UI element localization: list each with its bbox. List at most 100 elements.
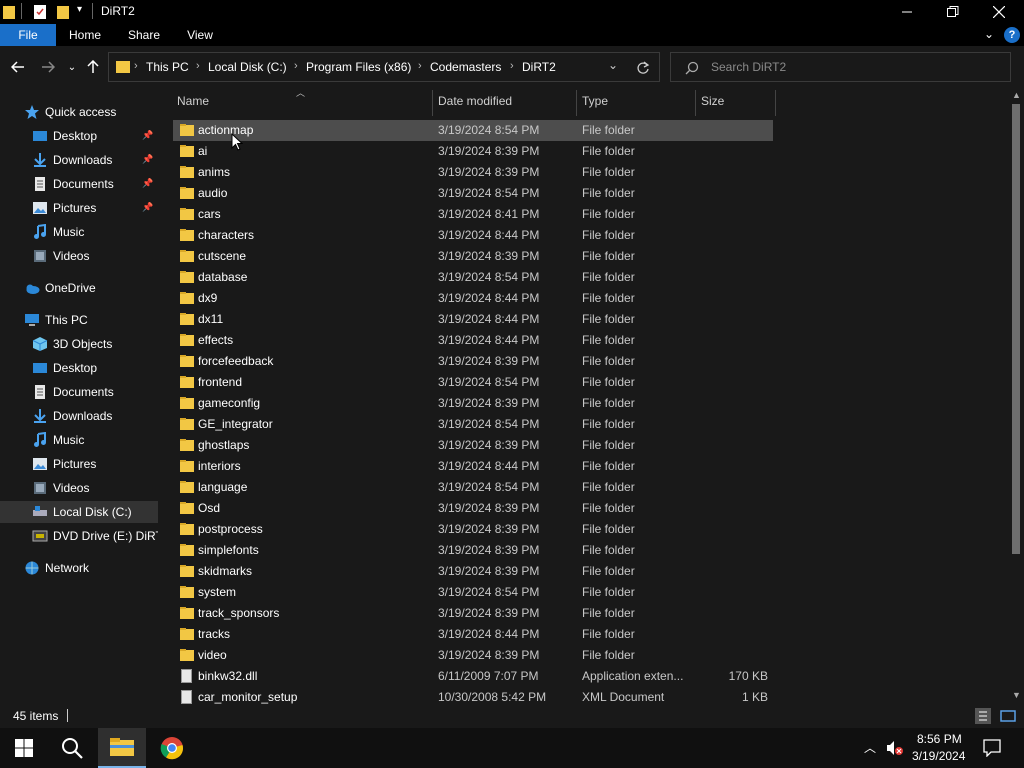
- column-header-name[interactable]: Name: [177, 94, 209, 108]
- cell-date: 3/19/2024 8:54 PM: [438, 375, 540, 389]
- customize-quick-access-icon[interactable]: ▾: [77, 4, 82, 15]
- clock-date[interactable]: 3/19/2024: [912, 749, 965, 763]
- refresh-icon[interactable]: [636, 61, 650, 75]
- breadcrumb-local-disk[interactable]: Local Disk (C:): [208, 60, 287, 74]
- search-icon: [685, 61, 699, 75]
- table-row[interactable]: forcefeedback 3/19/2024 8:39 PM File folde…: [173, 351, 773, 372]
- table-row[interactable]: audio 3/19/2024 8:54 PM File folder: [173, 183, 773, 204]
- chevron-right-icon: ›: [196, 60, 200, 72]
- volume-muted-icon[interactable]: [886, 740, 904, 756]
- tab-view[interactable]: View: [177, 24, 223, 46]
- address-dropdown-icon[interactable]: ⌄: [608, 58, 618, 72]
- table-row[interactable]: video 3/19/2024 8:39 PM File folder: [173, 645, 773, 666]
- close-button[interactable]: [976, 0, 1022, 24]
- address-bar[interactable]: › This PC › Local Disk (C:) › Program Fi…: [108, 52, 660, 82]
- minimize-button[interactable]: [884, 0, 930, 24]
- tab-home[interactable]: Home: [62, 24, 108, 46]
- sidebar-item-pictures[interactable]: Pictures 📌: [0, 197, 158, 219]
- table-row[interactable]: Osd 3/19/2024 8:39 PM File folder: [173, 498, 773, 519]
- column-divider[interactable]: [576, 90, 577, 116]
- sidebar-item-quick-access[interactable]: Quick access: [0, 101, 158, 123]
- column-divider[interactable]: [432, 90, 433, 116]
- sidebar-item-music[interactable]: Music: [0, 429, 158, 451]
- pin-icon: 📌: [142, 202, 154, 212]
- help-icon[interactable]: ?: [1004, 27, 1020, 43]
- sidebar-item-onedrive[interactable]: OneDrive: [0, 277, 158, 299]
- up-button[interactable]: [81, 56, 105, 78]
- tab-file[interactable]: File: [0, 24, 56, 46]
- table-row[interactable]: dx9 3/19/2024 8:44 PM File folder: [173, 288, 773, 309]
- sidebar-item-3d-objects[interactable]: 3D Objects: [0, 333, 158, 355]
- show-hidden-icons-icon[interactable]: ︿: [864, 739, 876, 756]
- sidebar-item-local-disk-c[interactable]: Local Disk (C:): [0, 501, 158, 523]
- column-header-type[interactable]: Type: [582, 94, 608, 108]
- scroll-down-icon[interactable]: ▼: [1012, 690, 1021, 700]
- chrome-taskbar-button[interactable]: [148, 728, 196, 768]
- table-row[interactable]: track_sponsors 3/19/2024 8:39 PM File fold…: [173, 603, 773, 624]
- table-row[interactable]: language 3/19/2024 8:54 PM File folder: [173, 477, 773, 498]
- new-folder-icon[interactable]: [56, 4, 70, 20]
- sidebar-item-desktop[interactable]: Desktop: [0, 357, 158, 379]
- table-row[interactable]: binkw32.dll 6/11/2009 7:07 PM Application …: [173, 666, 773, 687]
- column-divider[interactable]: [695, 90, 696, 116]
- search-input[interactable]: Search DiRT2: [670, 52, 1011, 82]
- column-header-date[interactable]: Date modified: [438, 94, 512, 108]
- sidebar-item-network[interactable]: Network: [0, 557, 158, 579]
- details-view-button[interactable]: [975, 708, 991, 724]
- maximize-button[interactable]: [930, 0, 976, 24]
- search-taskbar-button[interactable]: [48, 728, 96, 768]
- sidebar-item-dvd-drive-e-dirt2[interactable]: DVD Drive (E:) DiRT2: [0, 525, 158, 547]
- scrollbar-thumb[interactable]: [1012, 104, 1020, 554]
- sidebar-item-videos[interactable]: Videos: [0, 245, 158, 267]
- sidebar-item-documents[interactable]: Documents 📌: [0, 173, 158, 195]
- clock-time[interactable]: 8:56 PM: [917, 732, 962, 746]
- table-row[interactable]: ghostlaps 3/19/2024 8:39 PM File folder: [173, 435, 773, 456]
- table-row[interactable]: interiors 3/19/2024 8:44 PM File folder: [173, 456, 773, 477]
- sidebar-item-label: Desktop: [53, 361, 98, 375]
- sidebar-item-downloads[interactable]: Downloads: [0, 405, 158, 427]
- table-row[interactable]: database 3/19/2024 8:54 PM File folder: [173, 267, 773, 288]
- table-row[interactable]: postprocess 3/19/2024 8:39 PM File folder: [173, 519, 773, 540]
- start-button[interactable]: [0, 728, 48, 768]
- table-row[interactable]: GE_integrator 3/19/2024 8:54 PM File folde…: [173, 414, 773, 435]
- sidebar-item-videos[interactable]: Videos: [0, 477, 158, 499]
- table-row[interactable]: effects 3/19/2024 8:44 PM File folder: [173, 330, 773, 351]
- sidebar-item-this-pc[interactable]: This PC: [0, 309, 158, 331]
- file-explorer-taskbar-button[interactable]: [98, 728, 146, 768]
- breadcrumb-program-files[interactable]: Program Files (x86): [306, 60, 411, 74]
- notification-icon[interactable]: [983, 739, 1001, 757]
- table-row[interactable]: ai 3/19/2024 8:39 PM File folder: [173, 141, 773, 162]
- table-row[interactable]: dx11 3/19/2024 8:44 PM File folder: [173, 309, 773, 330]
- table-row[interactable]: actionmap 3/19/2024 8:54 PM File folder: [173, 120, 773, 141]
- properties-icon[interactable]: [33, 4, 47, 20]
- table-row[interactable]: car_monitor_setup 10/30/2008 5:42 PM XML D…: [173, 687, 773, 704]
- table-row[interactable]: simplefonts 3/19/2024 8:39 PM File folder: [173, 540, 773, 561]
- table-row[interactable]: gameconfig 3/19/2024 8:39 PM File folder: [173, 393, 773, 414]
- back-button[interactable]: [6, 56, 30, 78]
- table-row[interactable]: cutscene 3/19/2024 8:39 PM File folder: [173, 246, 773, 267]
- table-row[interactable]: frontend 3/19/2024 8:54 PM File folder: [173, 372, 773, 393]
- sidebar-item-downloads[interactable]: Downloads 📌: [0, 149, 158, 171]
- vertical-scrollbar[interactable]: ▲ ▼: [1008, 88, 1024, 704]
- forward-button[interactable]: [36, 56, 60, 78]
- expand-ribbon-icon[interactable]: ⌄: [984, 27, 994, 41]
- table-row[interactable]: characters 3/19/2024 8:44 PM File folder: [173, 225, 773, 246]
- tab-share[interactable]: Share: [121, 24, 167, 46]
- table-row[interactable]: system 3/19/2024 8:54 PM File folder: [173, 582, 773, 603]
- table-row[interactable]: anims 3/19/2024 8:39 PM File folder: [173, 162, 773, 183]
- large-icons-view-button[interactable]: [999, 708, 1017, 724]
- breadcrumb-codemasters[interactable]: Codemasters: [430, 60, 501, 74]
- column-header-size[interactable]: Size: [701, 94, 724, 108]
- column-divider[interactable]: [775, 90, 776, 116]
- breadcrumb-this-pc[interactable]: This PC: [146, 60, 189, 74]
- table-row[interactable]: tracks 3/19/2024 8:44 PM File folder: [173, 624, 773, 645]
- sidebar-item-music[interactable]: Music: [0, 221, 158, 243]
- scroll-up-icon[interactable]: ▲: [1012, 90, 1021, 100]
- sidebar-item-documents[interactable]: Documents: [0, 381, 158, 403]
- sidebar-item-pictures[interactable]: Pictures: [0, 453, 158, 475]
- folder-icon: [180, 376, 194, 388]
- sidebar-item-desktop[interactable]: Desktop 📌: [0, 125, 158, 147]
- table-row[interactable]: skidmarks 3/19/2024 8:39 PM File folder: [173, 561, 773, 582]
- table-row[interactable]: cars 3/19/2024 8:41 PM File folder: [173, 204, 773, 225]
- breadcrumb-dirt2[interactable]: DiRT2: [522, 60, 556, 74]
